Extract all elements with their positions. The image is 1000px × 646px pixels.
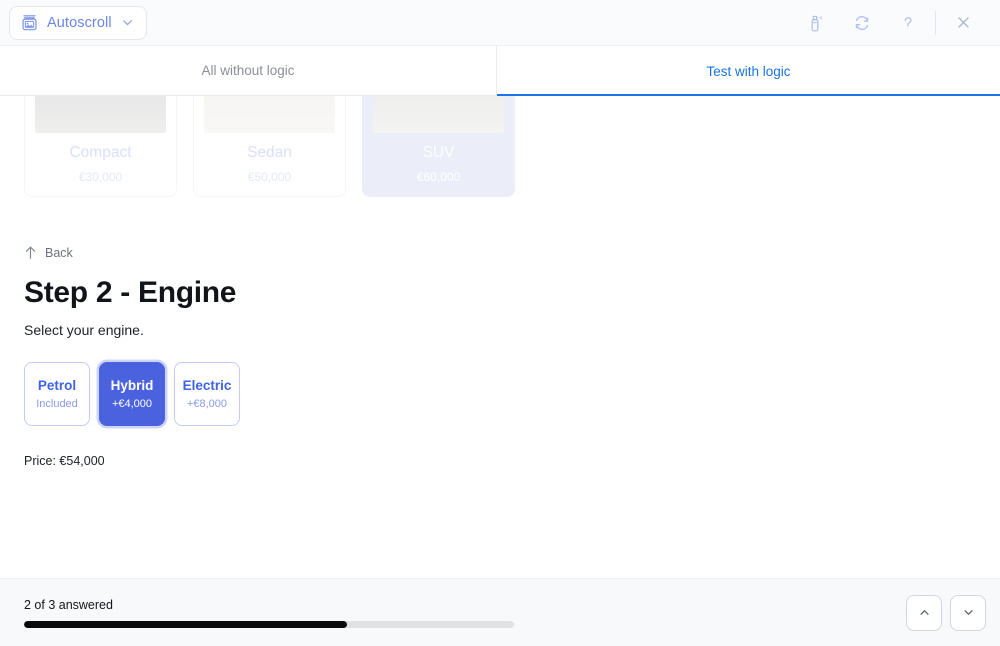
car-card-suv[interactable]: SUV €60,000 [362, 96, 515, 197]
tab-all-without-logic[interactable]: All without logic [0, 46, 497, 96]
form-footer: 2 of 3 answered [0, 578, 1000, 646]
tab-all-without-logic-label: All without logic [201, 63, 295, 78]
page-subtitle: Select your engine. [24, 322, 144, 338]
spray-clean-icon[interactable] [793, 0, 839, 46]
navigation-buttons [906, 594, 986, 631]
refresh-icon[interactable] [839, 0, 885, 46]
car-card-price: €30,000 [78, 170, 123, 184]
car-card-sedan[interactable]: Sedan €50,000 [193, 96, 346, 197]
top-toolbar: Autoscroll [0, 0, 1000, 46]
autoscroll-dropdown[interactable]: Autoscroll [9, 5, 147, 40]
engine-option-extra: +€8,000 [186, 398, 228, 410]
autoscroll-label: Autoscroll [47, 14, 112, 31]
back-button[interactable]: Back [24, 245, 73, 260]
close-icon[interactable] [940, 0, 986, 46]
engine-option-hybrid[interactable]: Hybrid +€4,000 [99, 362, 165, 426]
form-preview-pane: Compact €30,000 Sedan €50,000 SUV €60,00… [0, 96, 1000, 578]
car-type-card-list: Compact €30,000 Sedan €50,000 SUV €60,00… [0, 96, 1000, 197]
car-thumbnail [373, 96, 504, 133]
chevron-down-icon [121, 16, 134, 29]
app-window: Autoscroll All without logic Test with l… [0, 0, 1000, 646]
engine-option-list: Petrol Included Hybrid +€4,000 Electric … [24, 362, 1000, 426]
tab-test-with-logic-label: Test with logic [706, 63, 791, 79]
toolbar-actions [793, 0, 986, 46]
engine-option-extra: Included [36, 398, 78, 410]
car-card-name: Sedan [247, 144, 292, 161]
car-thumbnail [35, 96, 166, 133]
previous-question-button[interactable] [906, 594, 942, 631]
tab-test-with-logic[interactable]: Test with logic [497, 46, 1000, 96]
progress-bar-fill [24, 620, 348, 628]
next-question-button[interactable] [950, 594, 986, 631]
engine-option-name: Hybrid [110, 378, 154, 393]
price-summary: Price: €54,000 [24, 454, 105, 468]
progress-section: 2 of 3 answered [24, 598, 514, 628]
arrow-up-icon [24, 245, 37, 260]
window-image-icon [21, 14, 38, 31]
engine-option-name: Electric [182, 378, 232, 393]
car-card-name: SUV [422, 144, 455, 161]
help-icon[interactable] [885, 0, 931, 46]
engine-option-petrol[interactable]: Petrol Included [24, 362, 90, 426]
chevron-down-icon [961, 605, 976, 620]
engine-option-name: Petrol [37, 378, 77, 393]
engine-option-extra: +€4,000 [111, 398, 153, 410]
engine-option-electric[interactable]: Electric +€8,000 [174, 362, 240, 426]
toolbar-divider [935, 10, 936, 35]
page-title: Step 2 - Engine [24, 276, 237, 309]
back-label: Back [45, 245, 73, 260]
car-card-price: €50,000 [247, 170, 292, 184]
car-card-price: €60,000 [416, 170, 461, 184]
progress-label: 2 of 3 answered [24, 597, 113, 612]
car-card-compact[interactable]: Compact €30,000 [24, 96, 177, 197]
preview-tabs: All without logic Test with logic [0, 46, 1000, 96]
chevron-up-icon [917, 605, 932, 620]
car-card-name: Compact [69, 144, 132, 161]
progress-bar [24, 620, 514, 628]
car-thumbnail [204, 96, 335, 133]
